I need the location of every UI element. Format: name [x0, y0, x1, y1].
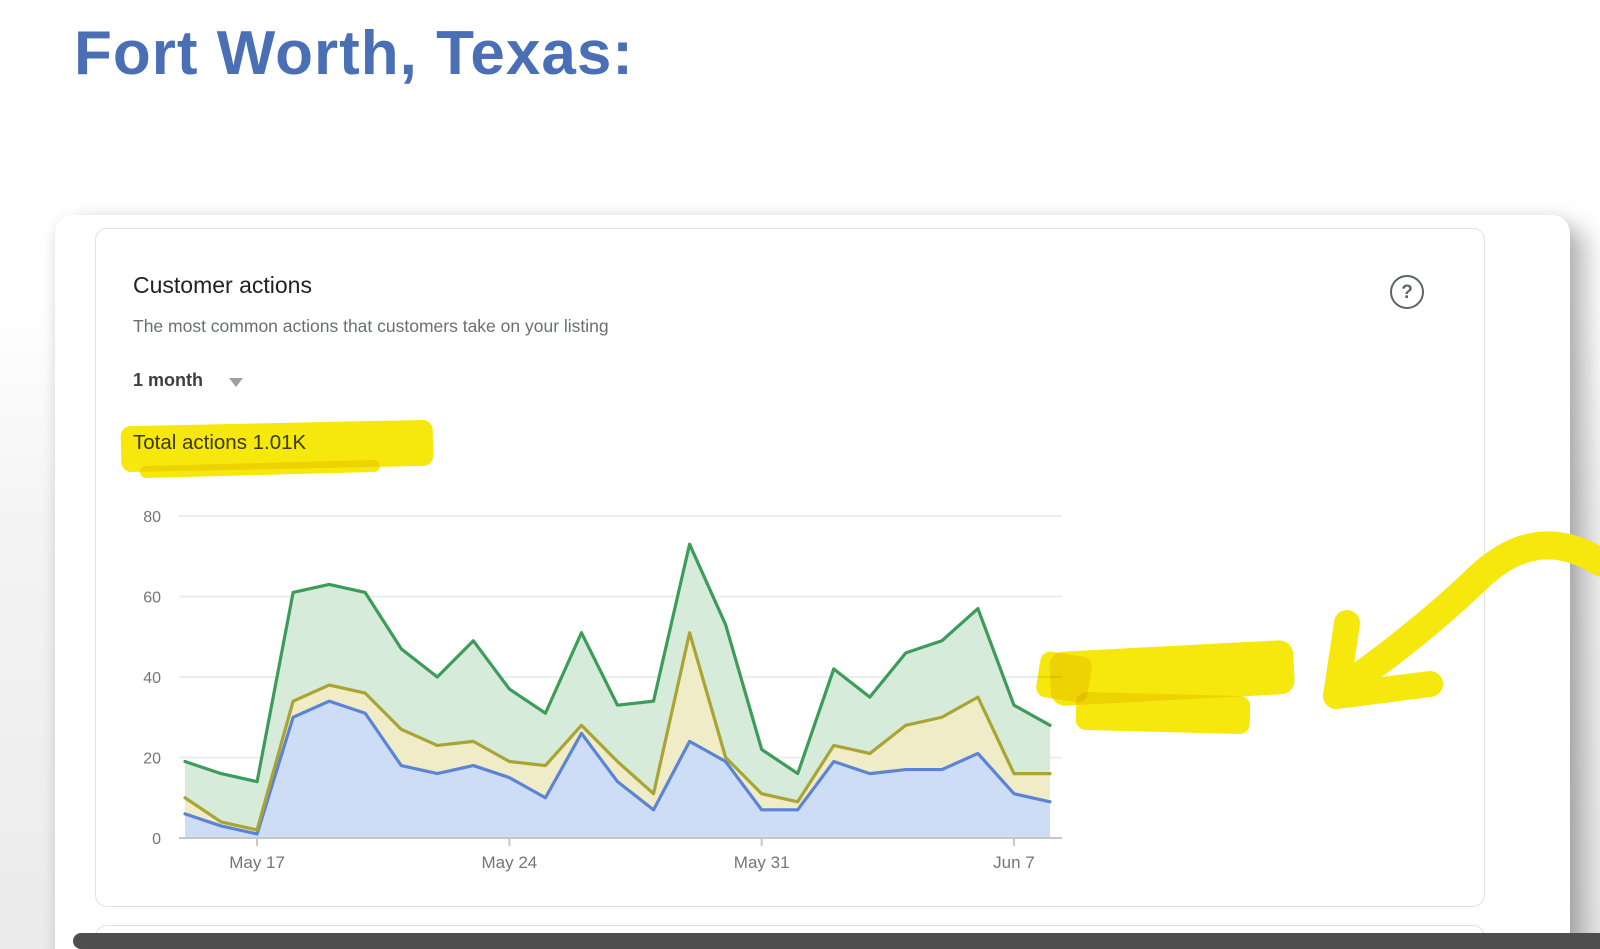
- page: Fort Worth, Texas: Customer actions The …: [0, 0, 1600, 949]
- total-actions-label: Total actions 1.01K: [133, 431, 306, 455]
- card-heading: Customer actions: [133, 272, 312, 299]
- bottom-dark-bar: [73, 933, 1600, 949]
- period-label: 1 month: [133, 370, 203, 391]
- chevron-down-icon: [229, 378, 243, 387]
- card-subtitle: The most common actions that customers t…: [133, 316, 609, 337]
- page-title: Fort Worth, Texas:: [74, 18, 634, 89]
- help-button[interactable]: ?: [1390, 275, 1424, 309]
- period-dropdown[interactable]: 1 month: [133, 370, 243, 391]
- question-mark-icon: ?: [1401, 283, 1413, 302]
